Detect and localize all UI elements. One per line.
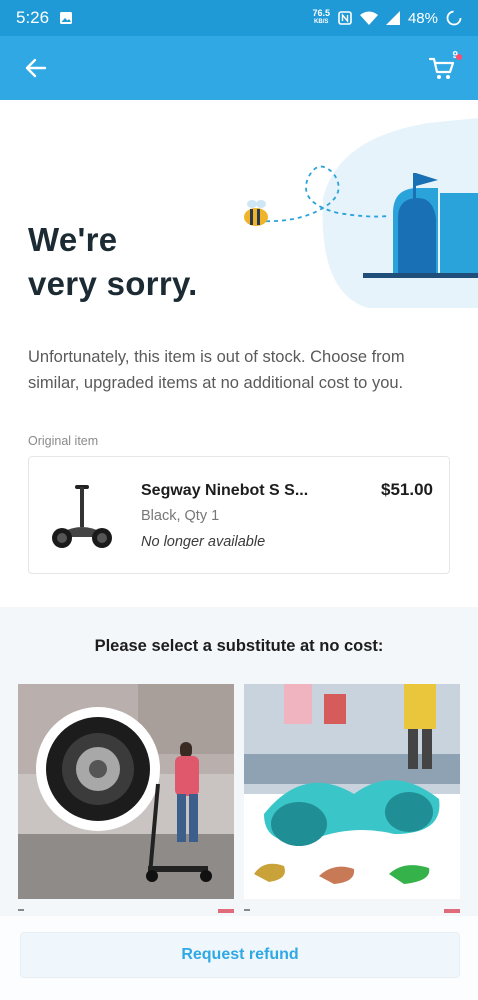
cart-button[interactable]: 9 <box>424 50 462 86</box>
original-item-price: $51.00 <box>381 480 433 499</box>
arrow-left-icon <box>25 58 47 78</box>
substitutes-heading: Please select a substitute at no cost: <box>94 637 384 655</box>
segway-product-image <box>52 485 112 548</box>
request-refund-button[interactable]: Request refund <box>20 932 460 978</box>
scooter-product-image <box>18 684 234 899</box>
nfc-icon <box>338 11 352 25</box>
substitute-item-scooter[interactable] <box>18 684 234 899</box>
wifi-icon <box>359 11 378 25</box>
cart-icon <box>429 57 455 79</box>
refund-footer: Request refund <box>0 916 478 1000</box>
hoverboard-product-image <box>244 684 460 899</box>
app-bar: 9 <box>0 36 478 100</box>
hero: We're very sorry. <box>0 100 478 320</box>
back-button[interactable] <box>18 50 54 86</box>
image-icon <box>60 12 73 24</box>
battery-percent: 48% <box>407 9 438 27</box>
net-speed: 76.5 KB/S <box>312 8 330 26</box>
original-item-label: Original item <box>28 434 99 448</box>
battery-icon <box>446 10 462 26</box>
page-title: We're very sorry. <box>28 221 198 302</box>
substitute-item-hoverboard[interactable] <box>244 684 460 899</box>
signal-icon <box>385 11 400 25</box>
original-item-variant: Black, Qty 1 <box>141 508 220 524</box>
clock: 5:26 <box>16 8 50 27</box>
cart-notification-dot <box>456 54 462 60</box>
original-item-card: Segway Ninebot S S... $51.00 Black, Qty … <box>28 456 450 574</box>
original-item-title: Segway Ninebot S S... <box>141 482 309 499</box>
status-bar: 5:26 76.5 KB/S 48% <box>0 0 478 36</box>
mailbox-bee-illustration <box>244 118 478 308</box>
out-of-stock-message: Unfortunately, this item is out of stock… <box>28 348 405 392</box>
original-item-status: No longer available <box>141 534 266 550</box>
